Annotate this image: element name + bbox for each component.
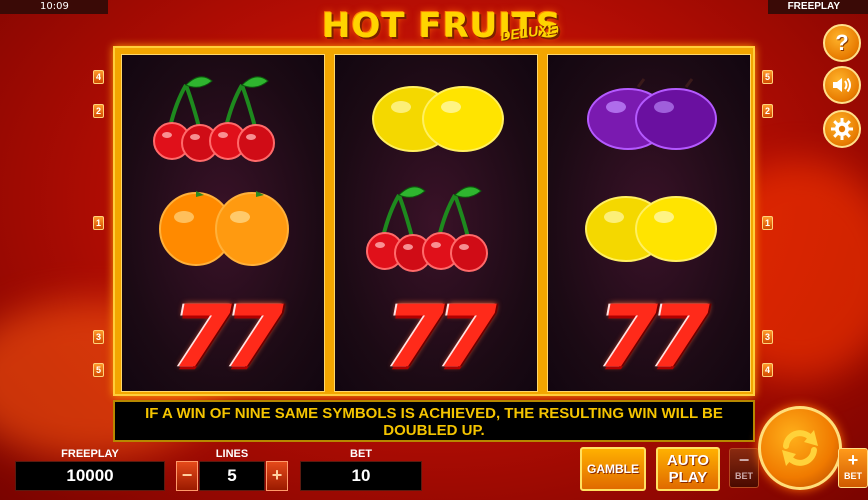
mode-label: FREEPLAY (787, 1, 840, 12)
lemons-graphic (372, 86, 504, 152)
sound-button[interactable] (823, 66, 861, 104)
sevens-symbol: 77 (152, 287, 296, 387)
lemons-symbol (578, 177, 722, 277)
line-marker-right[interactable]: 2 (762, 104, 773, 118)
bet-decrease-button[interactable]: − BET (729, 448, 759, 488)
line-marker-right[interactable]: 5 (762, 70, 773, 84)
bet-label: BET (350, 448, 372, 460)
cherries-symbol (365, 177, 509, 277)
line-marker-left[interactable]: 5 (93, 363, 104, 377)
lines-plus-button[interactable]: + (266, 461, 288, 491)
lines-minus-button[interactable]: − (176, 461, 198, 491)
sevens-glyph: 77 (598, 287, 710, 387)
oranges-symbol (152, 177, 296, 277)
settings-button[interactable] (823, 110, 861, 148)
sevens-symbol: 77 (365, 287, 509, 387)
status-bar-left: 10:09 (0, 0, 108, 14)
bet-decrease-label: BET (735, 471, 753, 481)
cherries-graphic (153, 76, 275, 162)
bet-value: 10 (300, 461, 422, 491)
balance-label: FREEPLAY (61, 448, 119, 460)
info-message: IF A WIN OF NINE SAME SYMBOLS IS ACHIEVE… (113, 400, 755, 442)
lemons-graphic (585, 196, 717, 262)
sevens-symbol: 77 (578, 287, 722, 387)
spin-arrows-icon (782, 430, 818, 466)
line-marker-right[interactable]: 3 (762, 330, 773, 344)
help-button[interactable]: ? (823, 24, 861, 62)
cherries-graphic (366, 186, 488, 272)
question-icon: ? (835, 30, 849, 55)
plums-graphic (587, 78, 717, 150)
autoplay-label-line2: PLAY (668, 469, 708, 486)
clock-time: 10:09 (40, 1, 69, 12)
gamble-button[interactable]: GAMBLE (580, 447, 646, 491)
reel-frame: 77 77 77 (113, 46, 755, 396)
lemons-symbol (365, 67, 509, 167)
minus-icon: − (738, 450, 750, 470)
sevens-glyph: 77 (172, 287, 284, 387)
reel-2: 77 (334, 54, 538, 392)
plus-icon: + (847, 450, 859, 470)
plums-symbol (578, 67, 722, 167)
line-marker-right[interactable]: 4 (762, 363, 773, 377)
line-marker-right[interactable]: 1 (762, 216, 773, 230)
oranges-graphic (159, 191, 289, 266)
line-marker-left[interactable]: 3 (93, 330, 104, 344)
sevens-glyph: 77 (385, 287, 497, 387)
speaker-icon (833, 77, 851, 93)
reel-3: 77 (547, 54, 751, 392)
balance-value: 10000 (15, 461, 165, 491)
line-marker-left[interactable]: 1 (93, 216, 104, 230)
status-bar-right: FREEPLAY (768, 0, 868, 14)
line-marker-left[interactable]: 4 (93, 70, 104, 84)
lines-value: 5 (199, 461, 265, 491)
autoplay-label-line1: AUTO (666, 452, 710, 469)
reel-1: 77 (121, 54, 325, 392)
cherries-symbol (152, 67, 296, 167)
lines-label: LINES (215, 448, 249, 460)
bet-increase-button[interactable]: + BET (838, 448, 868, 488)
line-marker-left[interactable]: 2 (93, 104, 104, 118)
bet-increase-label: BET (844, 471, 862, 481)
spin-button[interactable] (758, 406, 842, 490)
gear-icon (831, 118, 853, 140)
autoplay-button[interactable]: AUTO PLAY (656, 447, 720, 491)
